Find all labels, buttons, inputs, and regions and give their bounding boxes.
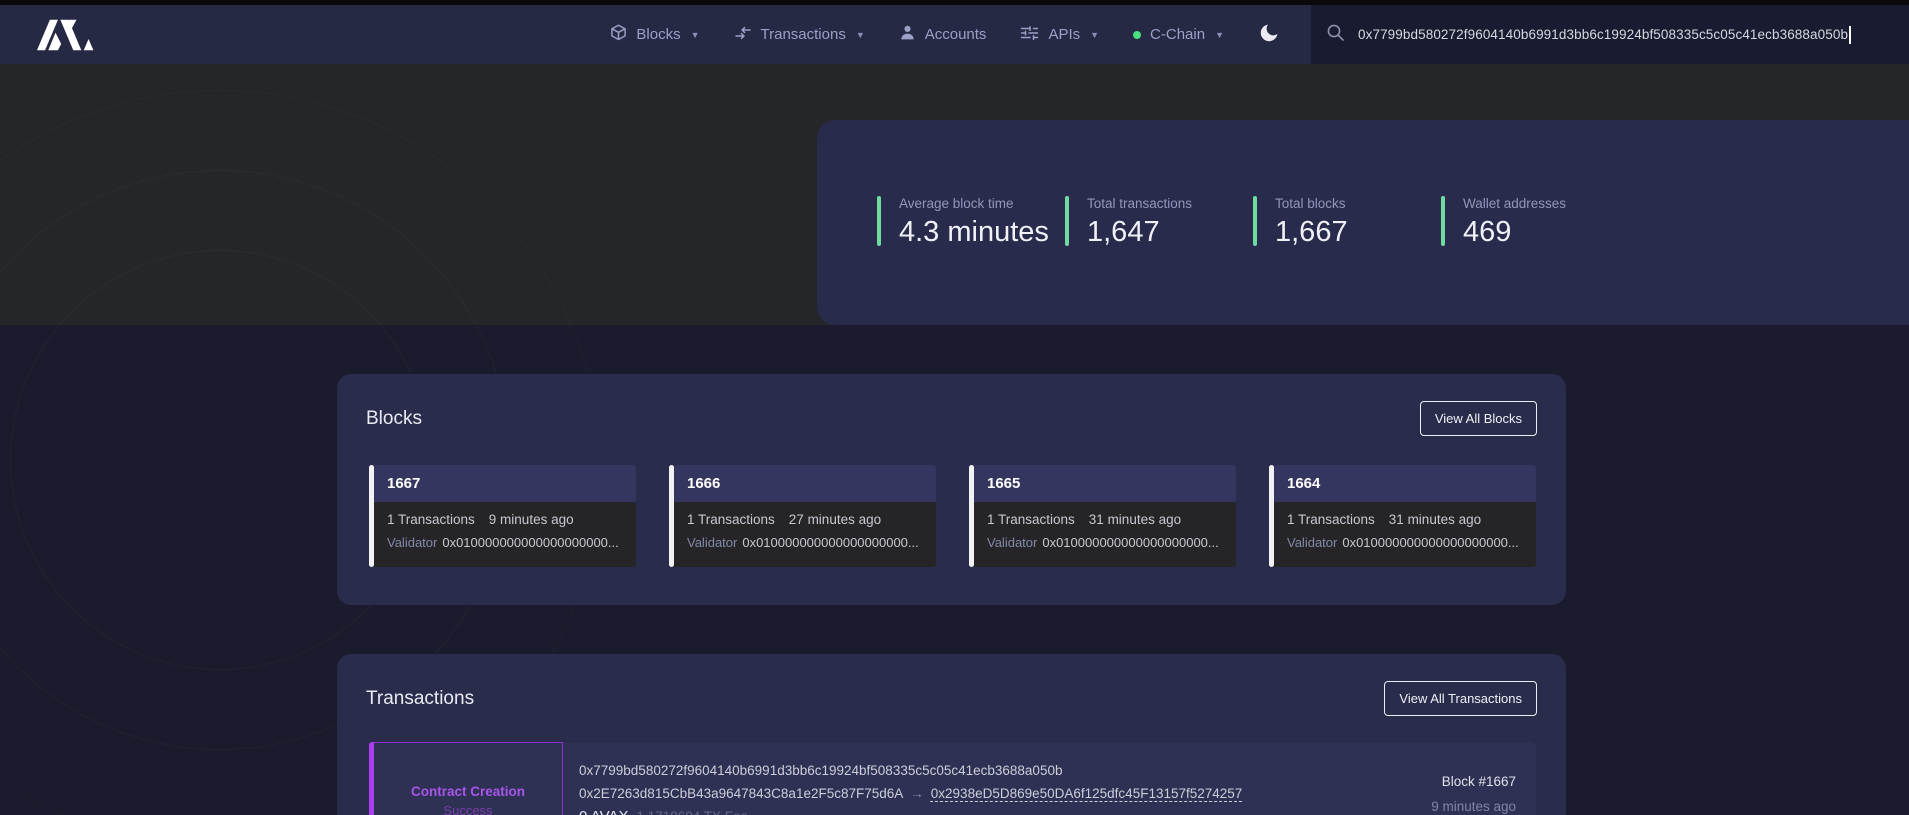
validator-label: Validator (1287, 535, 1337, 550)
transaction-detail: 0x7799bd580272f9604140b6991d3bb6c19924bf… (563, 742, 1242, 815)
moon-icon (1258, 21, 1281, 48)
stat-label: Total transactions (1087, 196, 1192, 211)
text-cursor (1849, 26, 1851, 44)
transactions-section-title: Transactions (366, 688, 474, 710)
chevron-down-icon: ▼ (1215, 30, 1224, 40)
stat-average-block-time: Average block time 4.3 minutes (877, 196, 1065, 249)
chevron-down-icon: ▼ (691, 30, 700, 40)
chevron-down-icon: ▼ (856, 30, 865, 40)
nav-item-chain-selector[interactable]: C-Chain ▼ (1133, 26, 1224, 43)
arrow-right-icon: → (910, 786, 924, 801)
transactions-section: Transactions View All Transactions Contr… (337, 654, 1566, 815)
stat-value: 1,647 (1087, 216, 1192, 249)
block-tx-count: 1 Transactions (687, 512, 775, 527)
transaction-type: Contract Creation (411, 784, 525, 799)
validator-label: Validator (387, 535, 437, 550)
search-value: 0x7799bd580272f9604140b6991d3bb6c19924bf… (1358, 27, 1848, 42)
person-icon (899, 24, 916, 45)
validator-address[interactable]: 0x010000000000000000000... (1042, 535, 1218, 550)
validator-address[interactable]: 0x010000000000000000000... (442, 535, 618, 550)
validator-address[interactable]: 0x010000000000000000000... (742, 535, 918, 550)
window-top-edge (0, 0, 1909, 5)
stat-accent-bar (877, 196, 881, 246)
stat-total-blocks: Total blocks 1,667 (1253, 196, 1441, 249)
chevron-down-icon: ▼ (1090, 30, 1099, 40)
transaction-status-badge: Success (443, 803, 492, 815)
view-all-blocks-button[interactable]: View All Blocks (1420, 401, 1537, 436)
stat-total-transactions: Total transactions 1,647 (1065, 196, 1253, 249)
stat-accent-bar (1253, 196, 1257, 246)
nav-label-blocks: Blocks (636, 26, 680, 43)
block-age: 27 minutes ago (789, 512, 881, 527)
stat-value: 469 (1463, 216, 1566, 249)
transaction-amount-line: 0 AVAX 1.1718604 TX Fee (579, 809, 1242, 815)
swap-arrows-icon (734, 25, 752, 45)
stat-value: 1,667 (1275, 216, 1348, 249)
transactions-section-header: Transactions View All Transactions (337, 654, 1566, 716)
block-card[interactable]: 1666 1 Transactions 27 minutes ago Valida… (669, 465, 936, 567)
sliders-icon (1020, 25, 1039, 45)
stat-wallet-addresses: Wallet addresses 469 (1441, 196, 1629, 249)
chain-status-dot (1133, 31, 1141, 39)
block-card-body: 1 Transactions 9 minutes ago Validator 0x0… (374, 502, 636, 567)
block-age: 31 minutes ago (1089, 512, 1181, 527)
validator-address[interactable]: 0x010000000000000000000... (1342, 535, 1518, 550)
transaction-hash[interactable]: 0x7799bd580272f9604140b6991d3bb6c19924bf… (579, 763, 1242, 779)
block-number[interactable]: 1666 (674, 465, 936, 502)
block-tx-count: 1 Transactions (1287, 512, 1375, 527)
transaction-type-cell: Contract Creation Success (374, 742, 563, 815)
nav-item-accounts[interactable]: Accounts (899, 24, 987, 45)
stat-label: Total blocks (1275, 196, 1348, 211)
transaction-route: 0x2E7263d815CbB43a9647843C8a1e2F5c87F75d… (579, 786, 1242, 802)
block-cards-row: 1667 1 Transactions 9 minutes ago Validat… (369, 465, 1536, 567)
from-address[interactable]: 0x2E7263d815CbB43a9647843C8a1e2F5c87F75d… (579, 786, 903, 801)
block-number[interactable]: 1667 (374, 465, 636, 502)
block-number[interactable]: 1664 (1274, 465, 1536, 502)
nav-label-chain: C-Chain (1150, 26, 1205, 43)
transaction-amount: 0 AVAX (579, 808, 628, 815)
view-all-transactions-button[interactable]: View All Transactions (1384, 681, 1537, 716)
validator-label: Validator (987, 535, 1037, 550)
transaction-row[interactable]: Contract Creation Success 0x7799bd580272… (369, 742, 1536, 815)
dark-mode-toggle[interactable] (1258, 21, 1281, 48)
stat-accent-bar (1065, 196, 1069, 246)
block-card-body: 1 Transactions 27 minutes ago Validator 0x… (674, 502, 936, 567)
transaction-meta: Block #1667 9 minutes ago (1431, 742, 1536, 815)
block-number[interactable]: 1665 (974, 465, 1236, 502)
block-card[interactable]: 1665 1 Transactions 31 minutes ago Valida… (969, 465, 1236, 567)
block-card-body: 1 Transactions 31 minutes ago Validator 0x… (1274, 502, 1536, 567)
to-address-link[interactable]: 0x2938eD5D869e50DA6f125dfc45F13157f52742… (931, 786, 1243, 801)
blocks-section-header: Blocks View All Blocks (337, 374, 1566, 436)
block-tx-count: 1 Transactions (387, 512, 475, 527)
nav-item-transactions[interactable]: Transactions ▼ (734, 25, 865, 45)
stat-label: Wallet addresses (1463, 196, 1566, 211)
blocks-section: Blocks View All Blocks 1667 1 Transactio… (337, 374, 1566, 605)
nav-item-blocks[interactable]: Blocks ▼ (610, 24, 699, 45)
stat-accent-bar (1441, 196, 1445, 246)
stat-value: 4.3 minutes (899, 216, 1049, 249)
nav-label-accounts: Accounts (925, 26, 987, 43)
search-icon (1326, 23, 1345, 47)
blocks-section-title: Blocks (366, 408, 422, 430)
avalanche-logo[interactable] (37, 16, 95, 54)
search-input[interactable]: 0x7799bd580272f9604140b6991d3bb6c19924bf… (1311, 5, 1909, 64)
validator-label: Validator (687, 535, 737, 550)
transaction-block-link[interactable]: Block #1667 (1431, 774, 1516, 790)
block-age: 9 minutes ago (489, 512, 574, 527)
stat-label: Average block time (899, 196, 1049, 211)
nav-menu: Blocks ▼ Transactions ▼ Accounts (610, 21, 1297, 48)
block-age: 31 minutes ago (1389, 512, 1481, 527)
transaction-age: 9 minutes ago (1431, 799, 1516, 815)
nav-label-apis: APIs (1048, 26, 1080, 43)
block-card[interactable]: 1667 1 Transactions 9 minutes ago Validat… (369, 465, 636, 567)
block-tx-count: 1 Transactions (987, 512, 1075, 527)
network-stats-panel: Average block time 4.3 minutes Total tra… (817, 120, 1909, 325)
transaction-fee: 1.1718604 TX Fee (636, 809, 748, 815)
nav-item-apis[interactable]: APIs ▼ (1020, 25, 1099, 45)
block-card-body: 1 Transactions 31 minutes ago Validator 0x… (974, 502, 1236, 567)
navbar: Blocks ▼ Transactions ▼ Accounts (0, 5, 1909, 64)
block-card[interactable]: 1664 1 Transactions 31 minutes ago Valida… (1269, 465, 1536, 567)
cube-icon (610, 24, 627, 45)
nav-label-transactions: Transactions (761, 26, 846, 43)
